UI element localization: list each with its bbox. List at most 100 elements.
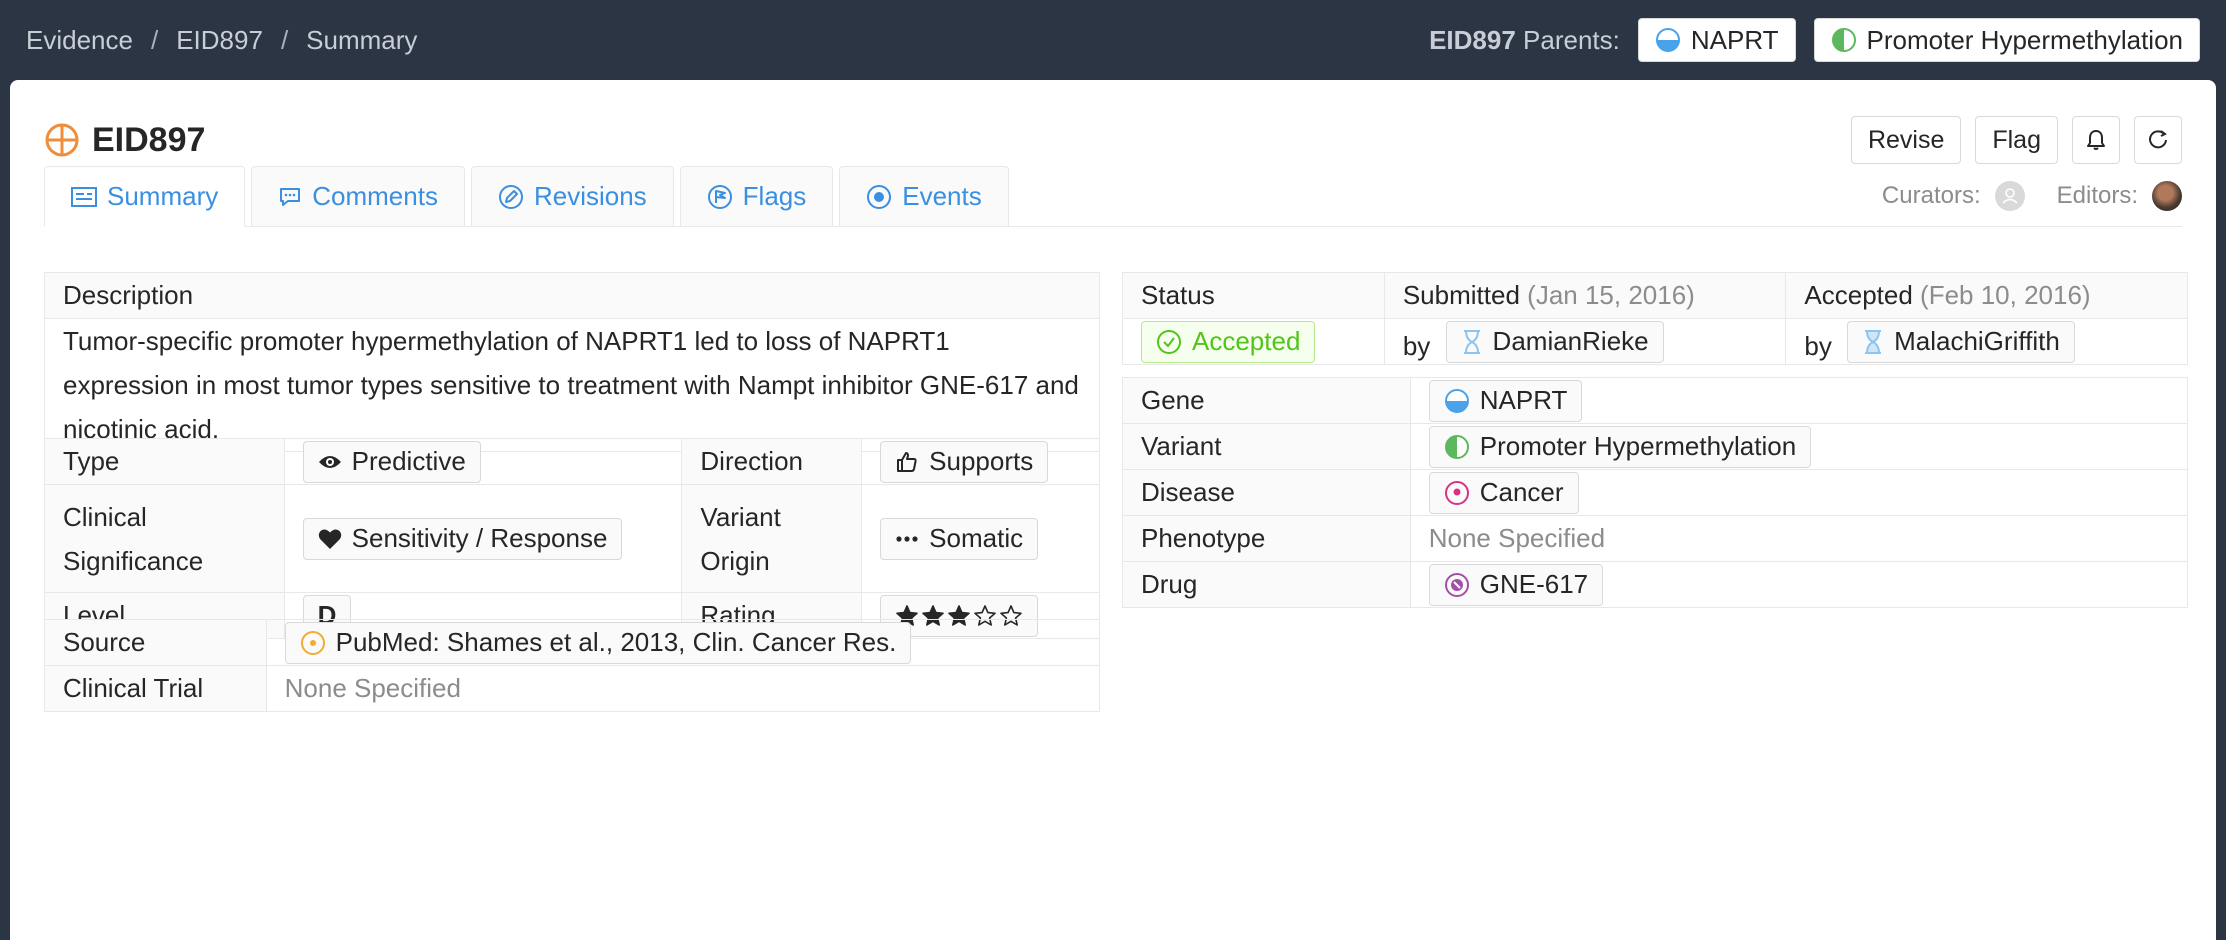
description-table: Description Tumor-specific promoter hype…	[44, 272, 1100, 452]
user-hourglass-icon	[1865, 329, 1882, 354]
phenotype-value: None Specified	[1409, 515, 2189, 562]
origin-value: Somatic	[929, 523, 1024, 553]
revise-button[interactable]: Revise	[1850, 116, 1962, 164]
breadcrumb-separator: /	[280, 24, 289, 55]
parents-bar: EID897 Parents: NAPRT Promoter Hypermeth…	[1429, 18, 2200, 62]
accepted-date: (Feb 10, 2016)	[1920, 280, 2091, 310]
status-label: Status	[1122, 272, 1385, 319]
breadcrumb-eid[interactable]: EID897	[176, 25, 263, 56]
significance-value: Sensitivity / Response	[351, 523, 608, 553]
bell-icon	[2087, 130, 2105, 150]
drug-label: Drug	[1122, 561, 1411, 608]
submitter-tag[interactable]: DamianRieke	[1445, 320, 1664, 363]
source-table: Source PubMed: Shames et al., 2013, Clin…	[44, 619, 1101, 712]
accepted-header: Accepted (Feb 10, 2016)	[1785, 272, 2188, 319]
breadcrumb-evidence[interactable]: Evidence	[26, 25, 133, 56]
significance-tag[interactable]: Sensitivity / Response	[302, 517, 623, 560]
parent-gene-tag[interactable]: NAPRT	[1637, 18, 1796, 62]
origin-tag[interactable]: Somatic	[880, 517, 1039, 560]
significance-label: Clinical Significance	[44, 484, 285, 593]
page-title-text: EID897	[92, 120, 206, 159]
user-hourglass-icon	[1463, 329, 1480, 354]
variant-value: Promoter Hypermethylation	[1479, 431, 1797, 461]
parents-label: Parents:	[1523, 24, 1620, 55]
editor-avatar[interactable]	[2152, 181, 2182, 211]
tab-flags[interactable]: Flags	[679, 166, 834, 226]
origin-label-line2: Origin	[700, 545, 770, 576]
breadcrumb-summary: Summary	[306, 24, 418, 55]
entities-table: Gene NAPRT Variant Promoter Hypermethyla…	[1122, 377, 2189, 608]
tab-bar: Summary Comments Revisions Flags Events	[44, 166, 1009, 227]
source-tag[interactable]: PubMed: Shames et al., 2013, Clin. Cance…	[284, 621, 912, 664]
refresh-icon	[2149, 130, 2167, 149]
main-panel: EID897 Revise Flag Summary Comments Revi…	[10, 80, 2216, 940]
tab-revisions[interactable]: Revisions	[470, 166, 674, 226]
variant-tag[interactable]: Promoter Hypermethylation	[1428, 425, 1812, 468]
refresh-button[interactable]	[2134, 116, 2182, 164]
disease-icon	[1444, 480, 1469, 505]
type-tag[interactable]: Predictive	[302, 440, 481, 483]
attributes-table: Type Predictive Direction Supports Clini…	[44, 438, 1100, 639]
origin-label-line1: Variant	[700, 501, 781, 532]
acceptor-tag[interactable]: MalachiGriffith	[1847, 320, 2075, 363]
flag-button[interactable]: Flag	[1975, 116, 2058, 164]
variant-icon	[1831, 28, 1856, 52]
direction-value: Supports	[929, 446, 1034, 476]
page-title: EID897	[44, 121, 205, 160]
status-value: Accepted	[1192, 326, 1301, 356]
tab-events[interactable]: Events	[839, 166, 1009, 226]
top-bar: Evidence / EID897 / Summary EID897 Paren…	[0, 0, 2226, 80]
tab-comments[interactable]: Comments	[251, 166, 465, 226]
tab-revisions-label: Revisions	[533, 181, 647, 211]
parent-variant-tag[interactable]: Promoter Hypermethylation	[1813, 18, 2200, 62]
accepted-label: Accepted	[1804, 280, 1913, 310]
curator-avatar[interactable]	[1994, 181, 2025, 211]
phenotype-label: Phenotype	[1122, 515, 1411, 562]
heart-icon	[318, 529, 341, 549]
breadcrumb-separator: /	[150, 24, 159, 55]
check-circle-icon	[1157, 329, 1181, 354]
accepted-by-label: by	[1804, 330, 1832, 361]
people-info: Curators: Editors:	[1882, 181, 2182, 211]
gene-icon	[1655, 28, 1680, 52]
summary-icon	[71, 186, 97, 207]
submitter-name: DamianRieke	[1492, 326, 1649, 356]
header-actions: Revise Flag	[1850, 116, 2182, 164]
tab-events-label: Events	[902, 181, 982, 211]
variant-label: Variant	[1122, 423, 1411, 470]
ellipsis-icon	[896, 535, 918, 542]
description-label: Description	[44, 272, 1100, 319]
curators-label: Curators:	[1881, 182, 1981, 209]
clinical-trial-value: None Specified	[265, 665, 1101, 712]
comment-icon	[280, 187, 301, 206]
source-icon	[300, 630, 325, 655]
tab-summary[interactable]: Summary	[44, 166, 246, 227]
drug-icon	[1444, 572, 1469, 597]
description-text: Tumor-specific promoter hypermethylation…	[44, 318, 1100, 452]
gene-tag[interactable]: NAPRT	[1428, 379, 1583, 422]
subscribe-button[interactable]	[2072, 116, 2120, 164]
source-label: Source	[44, 619, 267, 666]
origin-label: Variant Origin	[681, 484, 863, 593]
clinical-trial-label: Clinical Trial	[44, 665, 267, 712]
breadcrumb: Evidence / EID897 / Summary	[26, 25, 417, 56]
significance-label-line1: Clinical	[63, 501, 147, 532]
gene-label: Gene	[1122, 377, 1411, 424]
header-row: EID897 Revise Flag	[44, 110, 2182, 170]
evidence-icon	[45, 123, 79, 157]
parents-eid: EID897	[1429, 24, 1516, 55]
drug-tag[interactable]: GNE-617	[1428, 563, 1604, 606]
user-icon	[2002, 188, 2018, 204]
edit-icon	[498, 184, 523, 209]
tab-flags-label: Flags	[742, 181, 807, 211]
source-value: PubMed: Shames et al., 2013, Clin. Cance…	[335, 627, 897, 657]
eye-icon	[318, 455, 341, 468]
disease-tag[interactable]: Cancer	[1428, 471, 1579, 514]
status-badge: Accepted	[1141, 320, 1316, 363]
status-table: Status Submitted (Jan 15, 2016) Accepted…	[1122, 272, 2188, 365]
tab-summary-label: Summary	[107, 181, 219, 211]
drug-value: GNE-617	[1479, 569, 1589, 599]
submitted-header: Submitted (Jan 15, 2016)	[1383, 272, 1787, 319]
direction-tag[interactable]: Supports	[880, 440, 1049, 483]
acceptor-name: MalachiGriffith	[1894, 326, 2060, 356]
